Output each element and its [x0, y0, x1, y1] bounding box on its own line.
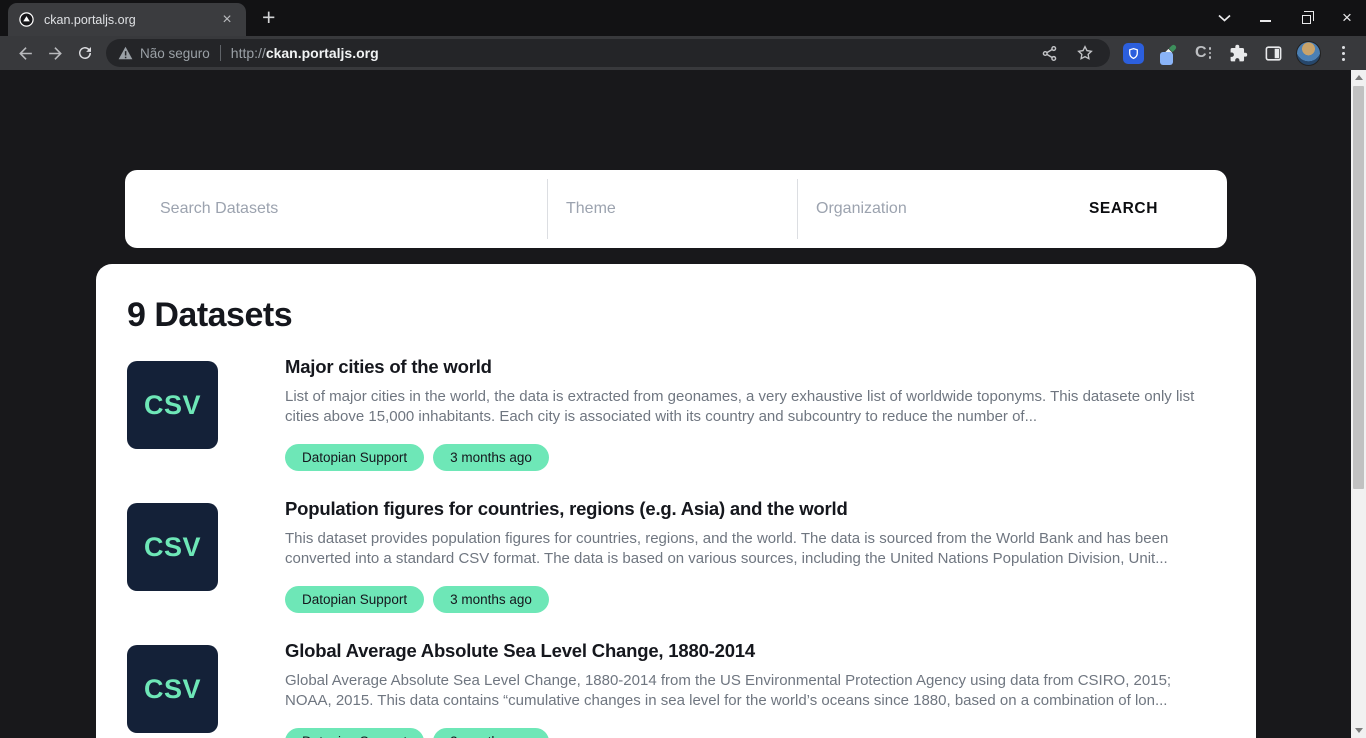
colorzilla-extension-icon[interactable]: C [1190, 40, 1216, 66]
dataset-body: Major cities of the world List of major … [285, 356, 1221, 471]
omnibox-actions [1041, 44, 1094, 62]
results-card: 9 Datasets CSV Major cities of the world… [96, 264, 1256, 738]
dataset-badges: Datopian Support 3 months ago [285, 728, 1221, 738]
dataset-description: List of major cities in the world, the d… [285, 387, 1221, 427]
url-scheme: http:// [231, 45, 266, 61]
results-count-heading: 9 Datasets [127, 296, 1225, 335]
search-datasets-field [125, 170, 547, 248]
back-icon[interactable] [10, 39, 40, 67]
not-secure-warning-icon [118, 46, 133, 60]
updated-badge: 3 months ago [433, 444, 549, 471]
dataset-title[interactable]: Global Average Absolute Sea Level Change… [285, 640, 1221, 662]
extensions-puzzle-icon[interactable] [1225, 40, 1251, 66]
dataset-body: Global Average Absolute Sea Level Change… [285, 640, 1221, 738]
tab-search-chevron-icon[interactable] [1217, 11, 1231, 25]
updated-badge: 3 months ago [433, 728, 549, 738]
tab-close-icon[interactable]: × [218, 11, 236, 29]
organization-field: SEARCH [798, 170, 1227, 248]
dataset-list-item[interactable]: CSV Major cities of the world List of ma… [127, 361, 1225, 471]
eyedropper-extension-icon[interactable] [1155, 40, 1181, 66]
dataset-badges: Datopian Support 3 months ago [285, 586, 1221, 613]
new-tab-button[interactable]: + [262, 4, 275, 31]
divider [220, 45, 221, 61]
dataset-title[interactable]: Population figures for countries, region… [285, 498, 1221, 520]
search-datasets-input[interactable] [160, 200, 547, 218]
profile-avatar[interactable] [1295, 40, 1321, 66]
updated-badge: 3 months ago [433, 586, 549, 613]
reload-icon[interactable] [70, 39, 100, 67]
scrollbar-thumb[interactable] [1353, 86, 1364, 489]
extension-area: C [1120, 40, 1356, 66]
dataset-list-item[interactable]: CSV Global Average Absolute Sea Level Ch… [127, 645, 1225, 738]
organization-input[interactable] [816, 200, 1089, 218]
dataset-description: This dataset provides population figures… [285, 529, 1221, 569]
page-content: SEARCH 9 Datasets CSV Major cities of th… [0, 70, 1351, 738]
browser-menu-icon[interactable] [1330, 40, 1356, 66]
bookmark-star-icon[interactable] [1076, 44, 1094, 62]
url-domain: ckan.portaljs.org [266, 45, 379, 61]
browser-toolbar: Não seguro http:// ckan.portaljs.org [0, 36, 1366, 70]
theme-input[interactable] [566, 200, 797, 218]
theme-field [548, 170, 797, 248]
dataset-body: Population figures for countries, region… [285, 498, 1221, 613]
page-scrollbar[interactable] [1351, 70, 1366, 738]
csv-format-tile: CSV [127, 361, 218, 449]
browser-chrome: ckan.portaljs.org × + × Não seguro [0, 0, 1366, 70]
window-close-button[interactable]: × [1340, 11, 1354, 25]
share-icon[interactable] [1041, 45, 1058, 62]
bitwarden-extension-icon[interactable] [1120, 40, 1146, 66]
dataset-description: Global Average Absolute Sea Level Change… [285, 671, 1221, 711]
address-bar[interactable]: Não seguro http:// ckan.portaljs.org [106, 39, 1110, 67]
csv-format-tile: CSV [127, 645, 218, 733]
side-panel-icon[interactable] [1260, 40, 1286, 66]
restore-button[interactable] [1299, 11, 1313, 25]
search-button[interactable]: SEARCH [1089, 200, 1158, 218]
security-status-label: Não seguro [140, 46, 210, 61]
organization-badge[interactable]: Datopian Support [285, 444, 424, 471]
browser-tab[interactable]: ckan.portaljs.org × [8, 3, 246, 36]
organization-badge[interactable]: Datopian Support [285, 728, 424, 738]
window-controls: × [1217, 0, 1354, 36]
organization-badge[interactable]: Datopian Support [285, 586, 424, 613]
dataset-title[interactable]: Major cities of the world [285, 356, 1221, 378]
scroll-up-icon[interactable] [1351, 70, 1366, 85]
dataset-badges: Datopian Support 3 months ago [285, 444, 1221, 471]
forward-icon[interactable] [40, 39, 70, 67]
search-bar-card: SEARCH [125, 170, 1227, 248]
tab-strip: ckan.portaljs.org × + × [0, 0, 1366, 36]
tab-title: ckan.portaljs.org [44, 13, 218, 27]
csv-format-tile: CSV [127, 503, 218, 591]
minimize-button[interactable] [1258, 11, 1272, 25]
dataset-list-item[interactable]: CSV Population figures for countries, re… [127, 503, 1225, 613]
scroll-down-icon[interactable] [1351, 723, 1366, 738]
site-favicon-icon [18, 11, 35, 28]
